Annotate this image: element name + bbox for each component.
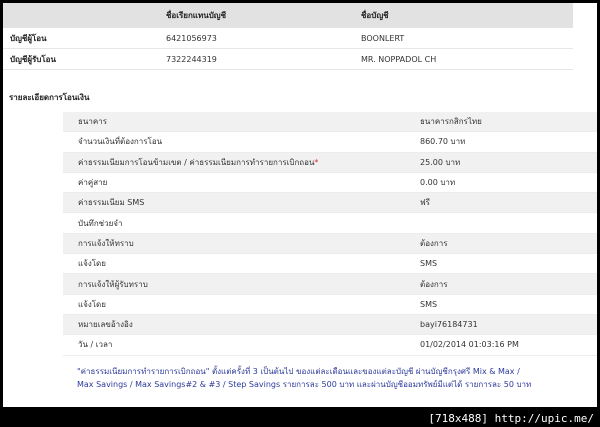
detail-label-notify-recipient: การแจ้งให้ผู้รับทราบ [78, 279, 148, 289]
detail-label-notify: การแจ้งให้ทราบ [78, 238, 134, 248]
table-row: ค่าคู่สาย 0.00 บาท [63, 173, 597, 194]
account-table: ชื่อเรียกแทนบัญชี ชื่อบัญชี บัญชีผู้โอน … [3, 3, 573, 70]
table-row: ธนาคาร ธนาคารกสิกรไทย [63, 112, 597, 133]
table-row: ค่าธรรมเนียม SMS ฟรี [63, 193, 597, 214]
detail-label-amount: จำนวนเงินที่ต้องการโอน [78, 137, 163, 147]
fee-footnote: "ค่าธรรมเนียมการทำรายการเบิกถอน" ตั้งแต่… [77, 367, 532, 389]
sender-account-name: BOONLERT [361, 33, 405, 43]
table-row: การแจ้งให้ทราบ ต้องการ [63, 233, 597, 255]
table-row-recipient: บัญชีผู้รับโอน 7322244319 MR. NOPPADOL C… [3, 49, 573, 70]
detail-label-reference: หมายเลขอ้างอิง [78, 320, 133, 330]
detail-label-sms-fee: ค่าธรรมเนียม SMS [78, 198, 145, 208]
detail-value-reference: bayi76184731 [420, 320, 478, 330]
table-row-sender: บัญชีผู้โอน 6421056973 BOONLERT [3, 28, 573, 49]
table-row: วัน / เวลา 01/02/2014 01:03:16 PM [63, 335, 597, 356]
header-account-alias: ชื่อเรียกแทนบัญชี [166, 11, 227, 20]
detail-label-recipient-notify-by: แจ้งโดย [78, 299, 106, 309]
fee-label-text: ค่าธรรมเนียมการโอนข้ามเขต / ค่าธรรมเนียม… [78, 157, 315, 167]
watermark: [718x488] http://upic.me/ [428, 412, 594, 425]
fee-asterisk: * [314, 157, 319, 167]
detail-label-fee: ค่าธรรมเนียมการโอนข้ามเขต / ค่าธรรมเนียม… [78, 156, 318, 169]
table-row: ค่าธรรมเนียมการโอนข้ามเขต / ค่าธรรมเนียม… [63, 152, 597, 173]
recipient-account-number: 7322244319 [166, 54, 217, 64]
account-table-header: ชื่อเรียกแทนบัญชี ชื่อบัญชี [3, 3, 573, 28]
detail-label-memo: บันทึกช่วยจำ [78, 218, 123, 228]
recipient-label: บัญชีผู้รับโอน [10, 54, 56, 64]
detail-value-notify: ต้องการ [420, 238, 448, 248]
detail-label-notify-by: แจ้งโดย [78, 259, 106, 269]
sender-account-number: 6421056973 [166, 33, 217, 43]
table-row: แจ้งโดย SMS [63, 254, 597, 275]
detail-value-notify-recipient: ต้องการ [420, 279, 448, 289]
details-table: ธนาคาร ธนาคารกสิกรไทย จำนวนเงินที่ต้องกา… [63, 112, 597, 356]
header-account-name: ชื่อบัญชี [361, 11, 389, 20]
transfer-confirmation-panel: ชื่อเรียกแทนบัญชี ชื่อบัญชี บัญชีผู้โอน … [3, 3, 597, 407]
table-row: บันทึกช่วยจำ [63, 213, 597, 234]
detail-label-datetime: วัน / เวลา [78, 340, 113, 350]
detail-label-line-fee: ค่าคู่สาย [78, 178, 108, 188]
detail-value-recipient-notify-by: SMS [420, 299, 438, 309]
detail-value-bank: ธนาคารกสิกรไทย [420, 117, 482, 127]
detail-value-fee: 25.00 บาท [420, 157, 461, 167]
detail-value-sms-fee: ฟรี [420, 198, 430, 208]
detail-value-datetime: 01/02/2014 01:03:16 PM [420, 340, 519, 350]
detail-value-amount: 860.70 บาท [420, 137, 466, 147]
recipient-account-name: MR. NOPPADOL CH [361, 54, 437, 64]
table-row: การแจ้งให้ผู้รับทราบ ต้องการ [63, 274, 597, 295]
details-section-title: รายละเอียดการโอนเงิน [9, 93, 90, 102]
detail-label-bank: ธนาคาร [78, 117, 107, 127]
detail-value-line-fee: 0.00 บาท [420, 178, 456, 188]
detail-value-notify-by: SMS [420, 259, 438, 269]
table-row: หมายเลขอ้างอิง bayi76184731 [63, 314, 597, 336]
sender-label: บัญชีผู้โอน [10, 33, 47, 43]
table-row: แจ้งโดย SMS [63, 295, 597, 315]
table-row: จำนวนเงินที่ต้องการโอน 860.70 บาท [63, 132, 597, 153]
